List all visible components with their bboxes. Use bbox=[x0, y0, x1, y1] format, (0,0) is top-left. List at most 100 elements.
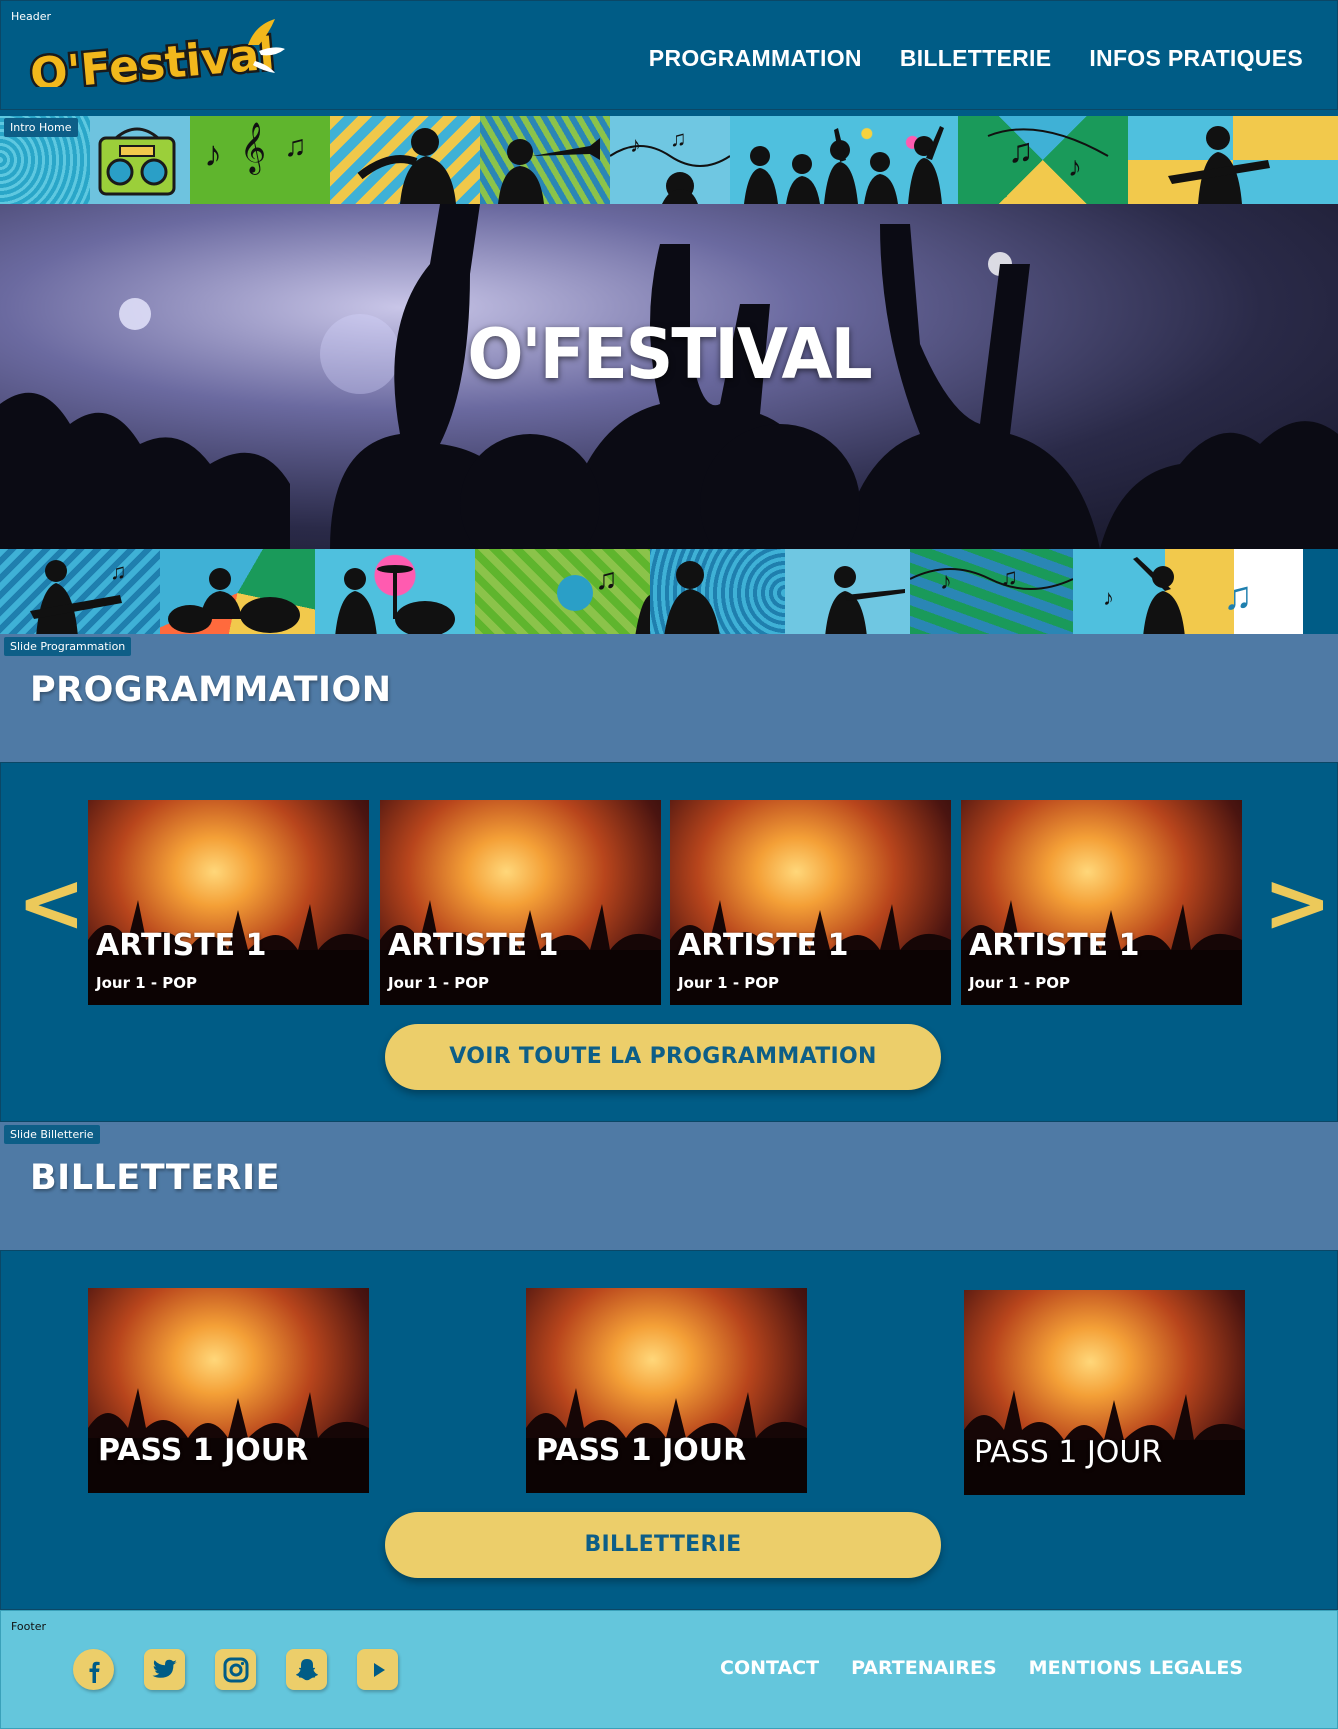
drummer-tile bbox=[160, 549, 315, 637]
svg-text:♪: ♪ bbox=[1103, 585, 1114, 610]
trumpet-tile bbox=[480, 116, 610, 204]
footer-link-contact[interactable]: CONTACT bbox=[720, 1657, 819, 1679]
singer-tile bbox=[650, 549, 785, 637]
crowd-silhouette bbox=[744, 126, 944, 204]
artist-name: ARTISTE 1 bbox=[678, 928, 849, 963]
footer-link-partenaires[interactable]: PARTENAIRES bbox=[851, 1657, 997, 1679]
svg-text:♪: ♪ bbox=[204, 133, 222, 174]
nav-programmation[interactable]: PROGRAMMATION bbox=[649, 45, 862, 72]
hero-title: O'FESTIVAL bbox=[467, 314, 872, 395]
svg-text:♫: ♫ bbox=[595, 563, 618, 596]
svg-text:♫: ♫ bbox=[110, 559, 127, 584]
boombox-icon bbox=[98, 127, 176, 196]
artist-name: ARTISTE 1 bbox=[388, 928, 559, 963]
artist-name: ARTISTE 1 bbox=[969, 928, 1140, 963]
frame-label-programmation: Slide Programmation bbox=[4, 637, 132, 656]
svg-text:O'Festival: O'Festival bbox=[28, 29, 276, 87]
nav-billetterie[interactable]: BILLETTERIE bbox=[900, 45, 1052, 72]
notes-wave-tile: ♪ ♫ bbox=[610, 116, 730, 204]
music-notes-icon: ♪ ♫ bbox=[610, 126, 730, 204]
artist-card[interactable]: ARTISTE 1 Jour 1 - POP bbox=[670, 800, 951, 1005]
notes-waves-tile: ♪ ♫ bbox=[910, 549, 1073, 637]
decorative-band-top: ♪ 𝄞 ♫ ♪ ♫ ♫ ♪ bbox=[0, 116, 1338, 204]
svg-text:♪: ♪ bbox=[630, 132, 641, 157]
singer-silhouette bbox=[664, 561, 720, 637]
programmation-header: Slide Programmation PROGRAMMATION bbox=[0, 634, 1338, 762]
artist-name: ARTISTE 1 bbox=[96, 928, 267, 963]
guitarist-tile bbox=[1128, 116, 1338, 204]
drummer-silhouette bbox=[168, 568, 300, 633]
pass-title: PASS 1 JOUR bbox=[98, 1433, 309, 1468]
footer-links: CONTACT PARTENAIRES MENTIONS LEGALES bbox=[720, 1657, 1243, 1679]
geometric-notes-tile: ♫ ♪ bbox=[958, 116, 1128, 204]
music-notes-icon: ♫ bbox=[557, 563, 650, 637]
trumpet-player-silhouette bbox=[498, 138, 600, 204]
frame-label-footer: Footer bbox=[11, 1620, 46, 1633]
facebook-icon[interactable] bbox=[73, 1649, 114, 1690]
svg-text:♪: ♪ bbox=[1068, 151, 1082, 182]
frame-label-header: Header bbox=[11, 10, 52, 23]
pass-title: PASS 1 JOUR bbox=[536, 1433, 747, 1468]
artist-card[interactable]: ARTISTE 1 Jour 1 - POP bbox=[961, 800, 1242, 1005]
violinist-tile bbox=[785, 549, 910, 637]
pass-title: PASS 1 JOUR bbox=[974, 1435, 1163, 1470]
programmation-title: PROGRAMMATION bbox=[30, 670, 392, 710]
wave-notes-tile: ♫ bbox=[475, 549, 650, 637]
footer: Footer CONTACT PARTENAIRES MENTIONS LEGA… bbox=[0, 1610, 1338, 1729]
carousel-prev-arrow[interactable]: < bbox=[17, 863, 86, 945]
festival-logo[interactable]: O'Festival bbox=[23, 15, 288, 87]
svg-text:♫: ♫ bbox=[1223, 574, 1253, 618]
carousel-next-arrow[interactable]: > bbox=[1263, 863, 1332, 945]
frame-label-billetterie: Slide Billetterie bbox=[4, 1125, 100, 1144]
frame-label-intro: Intro Home bbox=[4, 118, 78, 137]
svg-text:♫: ♫ bbox=[1000, 564, 1018, 591]
artist-day-genre: Jour 1 - POP bbox=[969, 974, 1071, 992]
billetterie-passes: PASS 1 JOUR PASS 1 JOUR PASS 1 JOUR BILL… bbox=[0, 1250, 1338, 1610]
intro-home: ♪ 𝄞 ♫ ♪ ♫ ♫ ♪ O'FESTIVAL ♫ ♫ ♪ ♫ ♪ ♫ Int… bbox=[0, 116, 1338, 637]
dancer-silhouette: ♪ ♫ bbox=[1103, 557, 1253, 637]
svg-text:♫: ♫ bbox=[670, 126, 687, 151]
billetterie-title: BILLETTERIE bbox=[30, 1158, 281, 1198]
artist-day-genre: Jour 1 - POP bbox=[96, 974, 198, 992]
drum-kit-silhouette bbox=[335, 565, 455, 637]
programmation-carousel: < > ARTISTE 1 Jour 1 - POP ARTISTE 1 Jou… bbox=[0, 762, 1338, 1122]
svg-text:♫: ♫ bbox=[284, 130, 307, 163]
header: Header O'Festival PROGRAMMATION BILLETTE… bbox=[0, 0, 1338, 110]
saxophone-tile bbox=[330, 116, 480, 204]
saxophone-player-silhouette bbox=[357, 128, 456, 204]
voir-programmation-button[interactable]: VOIR TOUTE LA PROGRAMMATION bbox=[385, 1024, 941, 1090]
artist-card[interactable]: ARTISTE 1 Jour 1 - POP bbox=[88, 800, 369, 1005]
twitter-icon[interactable] bbox=[144, 1649, 185, 1690]
pass-card[interactable]: PASS 1 JOUR bbox=[526, 1288, 807, 1493]
youtube-icon[interactable] bbox=[357, 1649, 398, 1690]
guitarist-silhouette bbox=[1168, 126, 1270, 204]
decorative-band-bottom: ♫ ♫ ♪ ♫ ♪ ♫ bbox=[0, 549, 1338, 637]
dancer-tile: ♪ ♫ bbox=[1073, 549, 1303, 637]
guitarist-silhouette: ♫ bbox=[30, 559, 127, 637]
hero-banner: O'FESTIVAL bbox=[0, 204, 1338, 549]
svg-text:𝄞: 𝄞 bbox=[240, 123, 266, 175]
drum-kit-tile bbox=[315, 549, 475, 637]
social-links bbox=[73, 1649, 398, 1690]
snapchat-icon[interactable] bbox=[286, 1649, 327, 1690]
artist-day-genre: Jour 1 - POP bbox=[388, 974, 490, 992]
pass-card[interactable]: PASS 1 JOUR bbox=[964, 1290, 1245, 1495]
artist-day-genre: Jour 1 - POP bbox=[678, 974, 780, 992]
boombox-tile bbox=[90, 116, 190, 204]
svg-text:♫: ♫ bbox=[1008, 132, 1034, 170]
pass-card[interactable]: PASS 1 JOUR bbox=[88, 1288, 369, 1493]
svg-text:♪: ♪ bbox=[940, 568, 952, 595]
billetterie-button[interactable]: BILLETTERIE bbox=[385, 1512, 941, 1578]
crowd-tile bbox=[730, 116, 958, 204]
music-notes-icon: ♫ ♪ bbox=[987, 128, 1109, 182]
nav-infos-pratiques[interactable]: INFOS PRATIQUES bbox=[1089, 45, 1303, 72]
music-notes-icon: ♪ 𝄞 ♫ bbox=[204, 123, 307, 175]
footer-link-mentions-legales[interactable]: MENTIONS LEGALES bbox=[1029, 1657, 1243, 1679]
billetterie-header: Slide Billetterie BILLETTERIE bbox=[0, 1122, 1338, 1250]
music-notes-tile: ♪ 𝄞 ♫ bbox=[190, 116, 330, 204]
main-nav: PROGRAMMATION BILLETTERIE INFOS PRATIQUE… bbox=[649, 45, 1303, 72]
instagram-icon[interactable] bbox=[215, 1649, 256, 1690]
violinist-silhouette bbox=[825, 566, 905, 637]
artist-card[interactable]: ARTISTE 1 Jour 1 - POP bbox=[380, 800, 661, 1005]
guitarist-tile: ♫ bbox=[0, 549, 160, 637]
